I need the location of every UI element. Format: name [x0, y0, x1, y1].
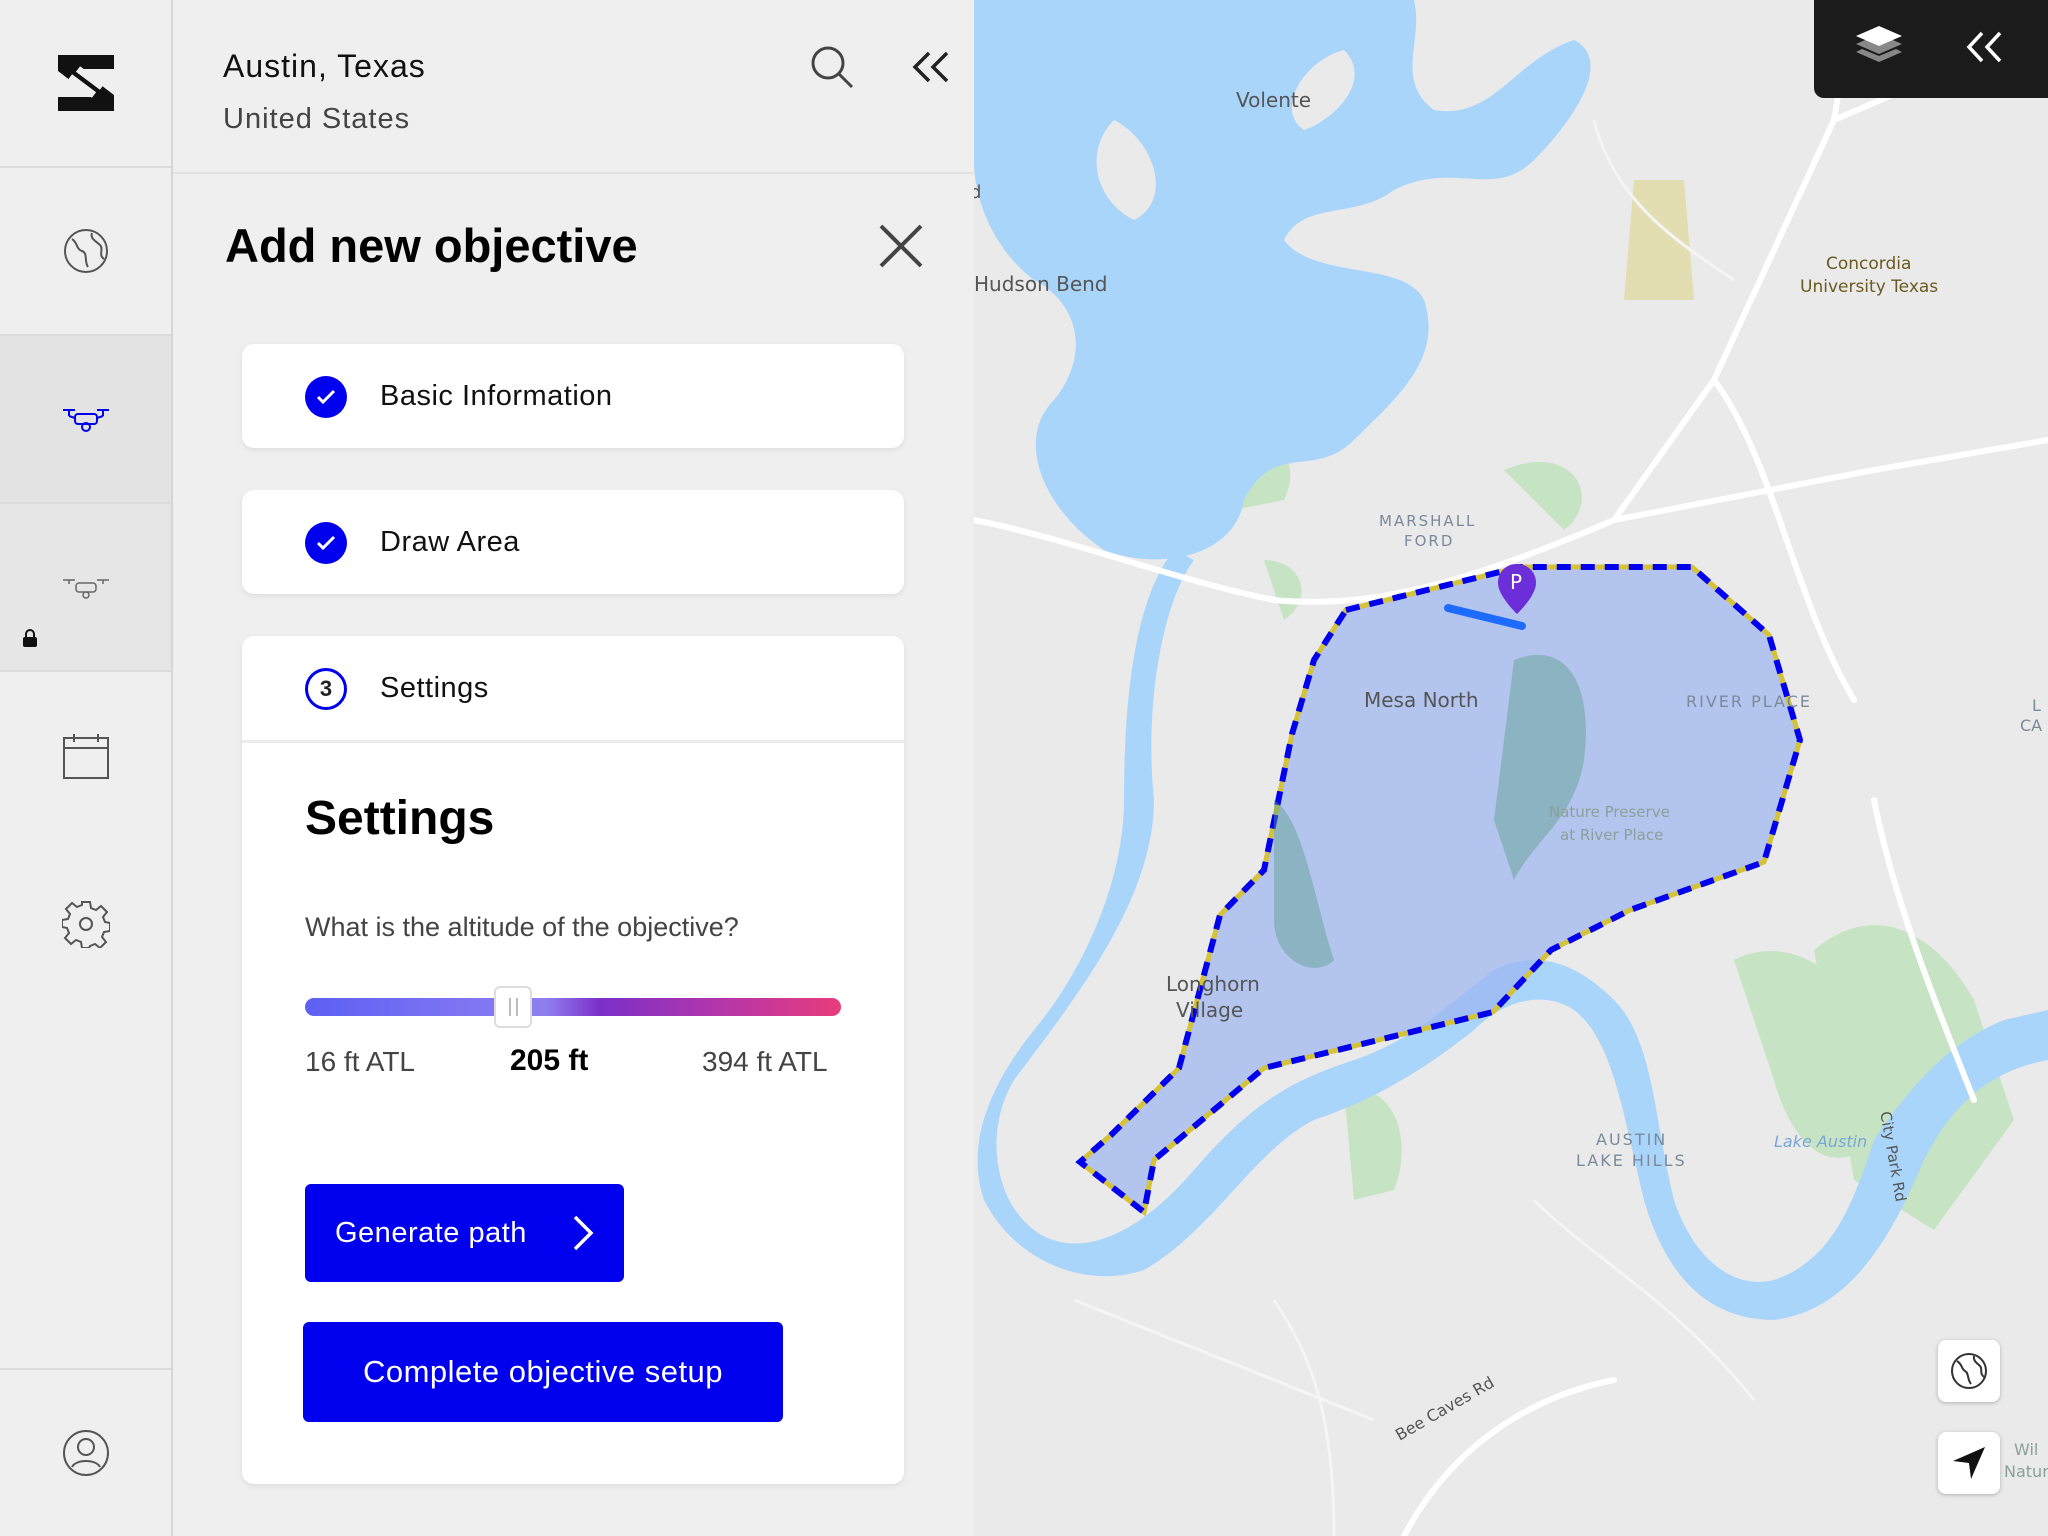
layers-button[interactable]	[1854, 24, 1904, 77]
location-city: Austin, Texas	[223, 48, 426, 84]
map-label: at River Place	[1560, 826, 1664, 844]
locate-me-button[interactable]	[1938, 1432, 2000, 1494]
divider	[242, 740, 904, 743]
search-button[interactable]	[807, 42, 857, 92]
location-country: United States	[223, 103, 411, 135]
pin-label: P	[1510, 570, 1523, 594]
globe-icon	[63, 229, 108, 273]
map-label: LAKE HILLS	[1576, 1151, 1687, 1170]
search-icon	[811, 46, 854, 89]
step-label: Draw Area	[380, 526, 520, 558]
step-number: 3	[305, 668, 347, 710]
objective-panel: Austin, Texas United States Add new obje…	[173, 0, 974, 1536]
map-label: FORD	[1404, 532, 1455, 550]
divider	[173, 172, 974, 174]
generate-path-label: Generate path	[335, 1216, 527, 1249]
collapse-panel-button[interactable]	[905, 42, 955, 92]
step-settings: 3 Settings Settings What is the altitude…	[242, 636, 904, 1484]
map-label: d	[974, 182, 982, 203]
map-label: CA	[2020, 716, 2043, 735]
calendar-icon	[62, 734, 109, 779]
nav-rail	[0, 0, 173, 1536]
check-icon	[305, 522, 347, 564]
map-label: Wil	[2014, 1440, 2039, 1459]
altitude-slider-track[interactable]	[305, 998, 841, 1016]
complete-objective-label: Complete objective setup	[362, 1354, 724, 1389]
map-label: RIVER PLACE	[1686, 692, 1812, 711]
map-label: Volente	[1236, 88, 1312, 112]
settings-heading: Settings	[305, 792, 495, 845]
logo[interactable]	[0, 0, 171, 168]
map-label: Lake Austin	[1774, 1132, 1868, 1151]
map-label: University Texas	[1800, 277, 1939, 297]
map-label: AUSTIN	[1596, 1130, 1668, 1149]
map-label: Nature	[2004, 1462, 2048, 1481]
altitude-slider-handle[interactable]	[494, 986, 532, 1028]
layers-icon	[1856, 26, 1902, 62]
gear-icon	[61, 901, 110, 948]
map-label: Village	[1176, 998, 1244, 1022]
sidebar-item-map[interactable]	[0, 168, 171, 336]
step-settings-header[interactable]: 3 Settings	[242, 636, 904, 740]
navigation-arrow-icon	[1953, 1447, 1985, 1479]
check-icon	[305, 376, 347, 418]
map-toolbar	[1814, 0, 2048, 98]
sidebar-item-profile[interactable]	[0, 1368, 171, 1536]
sidebar-item-calendar[interactable]	[0, 672, 171, 840]
globe-icon	[1951, 1353, 1987, 1389]
map-view[interactable]: P Volente Hudson Bend d Concordia Univer…	[974, 0, 2048, 1536]
map-label: Nature Preserve	[1549, 803, 1670, 821]
slider-min-label: 16 ft ATL	[305, 1046, 415, 1077]
double-chevron-left-icon	[1966, 31, 2002, 63]
complete-objective-button[interactable]: Complete objective setup	[303, 1322, 783, 1422]
map-label: Longhorn	[1166, 972, 1260, 996]
collapse-map-button[interactable]	[1964, 30, 2004, 69]
slider-value: 205 ft	[510, 1044, 589, 1077]
sidebar-item-settings[interactable]	[0, 840, 171, 1008]
map-canvas	[974, 0, 2048, 1536]
step-draw-area[interactable]: Draw Area	[242, 490, 904, 594]
altitude-question: What is the altitude of the objective?	[305, 912, 739, 942]
map-label: MARSHALL	[1379, 512, 1477, 530]
globe-view-button[interactable]	[1938, 1340, 2000, 1402]
chevron-right-icon	[573, 1215, 594, 1251]
page-title: Add new objective	[225, 219, 638, 272]
double-chevron-left-icon	[912, 51, 949, 83]
close-icon	[879, 224, 923, 268]
drone-locked-icon	[62, 579, 109, 599]
step-label: Basic Information	[380, 380, 613, 412]
lock-icon	[23, 629, 37, 647]
close-button[interactable]	[873, 218, 929, 274]
drone-icon	[62, 409, 109, 432]
step-label: Settings	[380, 672, 489, 704]
map-label: Concordia	[1826, 254, 1912, 274]
map-label: Mesa North	[1364, 688, 1479, 712]
user-icon	[62, 1430, 109, 1476]
step-basic-information[interactable]: Basic Information	[242, 344, 904, 448]
map-label: Hudson Bend	[974, 272, 1108, 296]
slider-max-label: 394 ft ATL	[702, 1046, 828, 1077]
sidebar-item-drone-locked[interactable]	[0, 504, 171, 672]
logo-icon	[57, 55, 114, 111]
map-label: L	[2032, 696, 2041, 715]
sidebar-item-drone[interactable]	[0, 336, 171, 504]
generate-path-button[interactable]: Generate path	[305, 1184, 624, 1282]
